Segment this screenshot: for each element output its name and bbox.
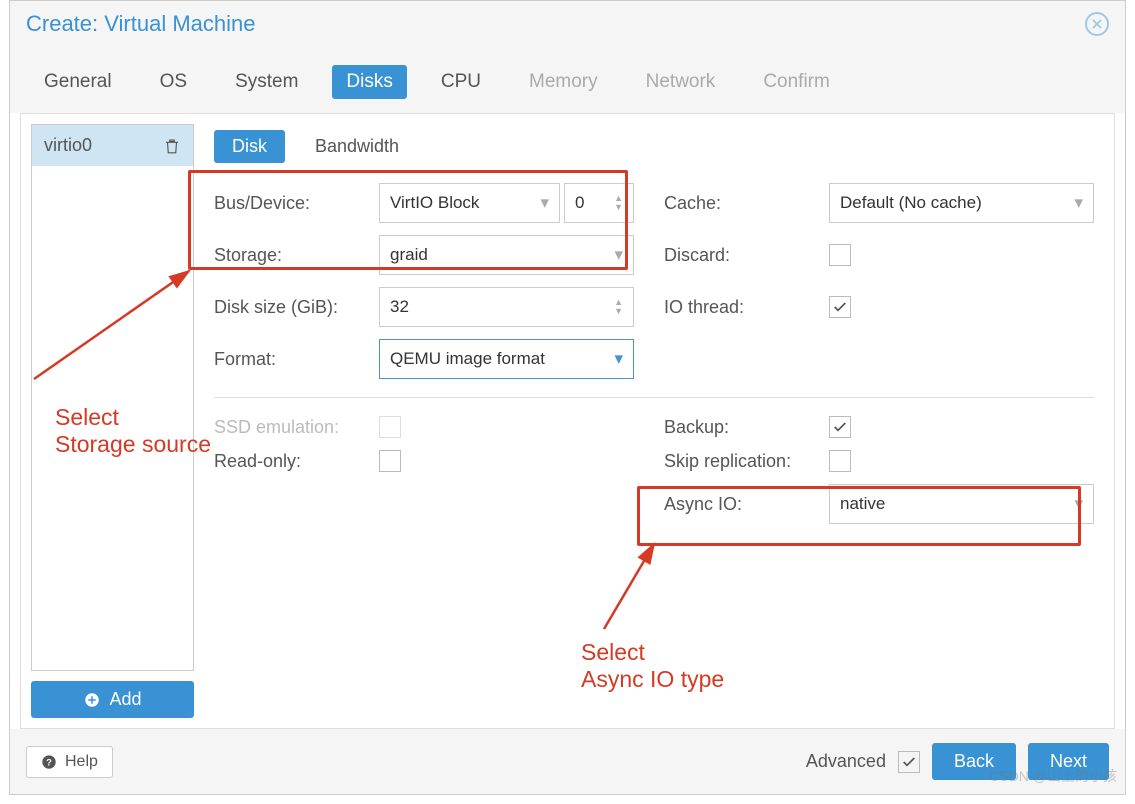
disksize-label: Disk size (GiB): [214,297,379,318]
readonly-checkbox[interactable] [379,450,401,472]
spinner-icon: ▲▼ [614,194,623,212]
help-icon: ? [41,754,57,770]
backup-checkbox[interactable] [829,416,851,438]
ssd-checkbox [379,416,401,438]
disk-form: Disk Bandwidth Bus/Device: VirtIO Block … [194,114,1114,728]
tab-system[interactable]: System [221,65,312,99]
bus-index-input[interactable]: 0 ▲▼ [564,183,634,223]
svg-text:?: ? [46,757,52,767]
disk-subtabs: Disk Bandwidth [214,130,1094,163]
disksize-row: Disk size (GiB): 32 ▲▼ [214,287,634,327]
chevron-down-icon: ▾ [540,193,549,213]
chevron-down-icon: ▾ [614,349,623,369]
iothread-row: IO thread: [664,287,1094,327]
cache-select[interactable]: Default (No cache) ▾ [829,183,1094,223]
tab-general[interactable]: General [30,65,126,99]
watermark: CSDN @山上的小孩 [989,766,1117,786]
format-row: Format: QEMU image format ▾ [214,339,634,379]
cache-row: Cache: Default (No cache) ▾ [664,183,1094,223]
bus-device-row: Bus/Device: VirtIO Block ▾ 0 ▲▼ [214,183,634,223]
storage-select[interactable]: graid ▾ [379,235,634,275]
form-grid: Bus/Device: VirtIO Block ▾ 0 ▲▼ Cache: [214,183,1094,524]
dialog-title: Create: Virtual Machine [26,11,256,37]
bus-device-label: Bus/Device: [214,193,379,214]
chevron-down-icon: ▾ [614,245,623,265]
discard-label: Discard: [664,245,829,266]
dialog-footer: ? Help Advanced Back Next [10,729,1125,794]
spinner-icon: ▲▼ [614,298,623,316]
backup-row: Backup: [664,416,1094,438]
disksize-input[interactable]: 32 ▲▼ [379,287,634,327]
annotation-arrow-asyncio [594,534,674,634]
form-separator [214,397,1094,398]
disk-list: virtio0 [31,124,194,671]
discard-checkbox[interactable] [829,244,851,266]
add-disk-button[interactable]: Add [31,681,194,718]
check-icon [832,419,848,435]
tab-cpu[interactable]: CPU [427,65,495,99]
discard-row: Discard: [664,235,1094,275]
skiprep-label: Skip replication: [664,451,829,472]
asyncio-row: Async IO: native ▾ [664,484,1094,524]
close-icon [1090,17,1104,31]
storage-label: Storage: [214,245,379,266]
dialog-header: Create: Virtual Machine [10,1,1125,45]
backup-label: Backup: [664,417,829,438]
format-label: Format: [214,349,379,370]
trash-icon[interactable] [163,137,181,155]
asyncio-select[interactable]: native ▾ [829,484,1094,524]
help-button[interactable]: ? Help [26,746,113,778]
iothread-label: IO thread: [664,297,829,318]
subtab-bandwidth[interactable]: Bandwidth [297,130,417,163]
ssd-label: SSD emulation: [214,417,379,438]
chevron-down-icon: ▾ [1074,193,1083,213]
storage-row: Storage: graid ▾ [214,235,634,275]
iothread-checkbox[interactable] [829,296,851,318]
subtab-disk[interactable]: Disk [214,130,285,163]
skiprep-row: Skip replication: [664,450,1094,472]
tab-disks[interactable]: Disks [332,65,406,99]
ssd-row: SSD emulation: [214,416,634,438]
tab-network: Network [632,65,730,99]
plus-circle-icon [83,691,101,709]
advanced-checkbox[interactable] [898,751,920,773]
cache-label: Cache: [664,193,829,214]
check-icon [901,754,917,770]
add-button-label: Add [109,689,141,710]
tab-os[interactable]: OS [146,65,201,99]
dialog-body: virtio0 Add Disk Bandwidth Bus/Device: [20,113,1115,729]
disk-item-virtio0[interactable]: virtio0 [32,125,193,166]
check-icon [832,299,848,315]
tab-confirm: Confirm [749,65,844,99]
wizard-tabs: General OS System Disks CPU Memory Netwo… [10,45,1125,113]
skiprep-checkbox[interactable] [829,450,851,472]
dialog-create-vm: Create: Virtual Machine General OS Syste… [9,0,1126,795]
asyncio-label: Async IO: [664,494,829,515]
tab-memory: Memory [515,65,612,99]
readonly-label: Read-only: [214,451,379,472]
disk-item-label: virtio0 [44,135,92,156]
advanced-label: Advanced [806,751,886,772]
disk-sidebar: virtio0 Add [21,114,194,728]
bus-device-select[interactable]: VirtIO Block ▾ [379,183,560,223]
readonly-row: Read-only: [214,450,634,472]
format-select[interactable]: QEMU image format ▾ [379,339,634,379]
chevron-down-icon: ▾ [1074,494,1083,514]
close-button[interactable] [1085,12,1109,36]
